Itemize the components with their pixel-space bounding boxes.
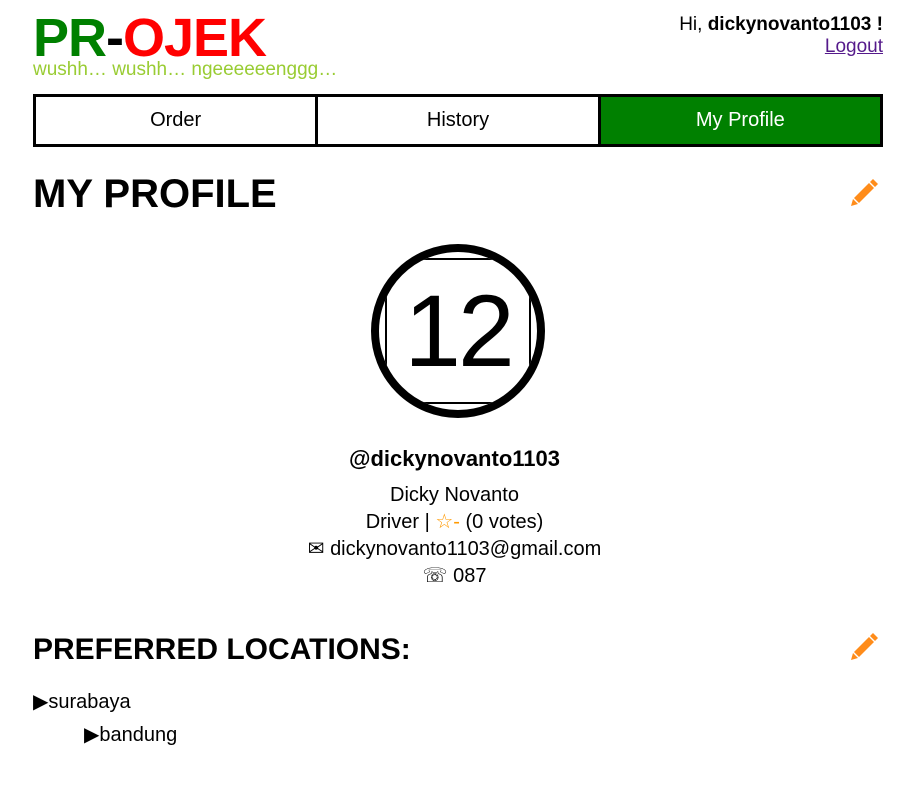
- tagline: wushh… wushh… ngeeeeeenggg…: [33, 59, 338, 80]
- pencil-icon: [851, 179, 878, 206]
- profile-phone: 087: [453, 565, 487, 587]
- page-title: MY PROFILE: [33, 172, 277, 216]
- tab-history[interactable]: History: [315, 97, 597, 144]
- mail-icon: ✉: [307, 538, 325, 560]
- logout-link[interactable]: Logout: [825, 36, 883, 58]
- location-item: ▶bandung: [84, 723, 177, 747]
- tab-my-profile[interactable]: My Profile: [597, 97, 880, 144]
- main-nav-tabs: Order History My Profile: [33, 94, 883, 147]
- greeting-prefix: Hi,: [679, 14, 708, 35]
- preferred-locations-title: PREFERRED LOCATIONS:: [33, 633, 411, 666]
- profile-handle: @dickynovanto1103: [349, 446, 560, 471]
- greeting-suffix: !: [871, 14, 883, 35]
- location-name: bandung: [99, 724, 178, 746]
- profile-role-rating: Driver | ☆- (0 votes): [0, 510, 909, 534]
- role-separator: |: [419, 511, 436, 533]
- phone-icon: ☏: [422, 565, 448, 587]
- profile-phone-row: ☏ 087: [0, 564, 909, 588]
- tab-order[interactable]: Order: [36, 97, 315, 144]
- profile-email: dickynovanto1103@gmail.com: [330, 538, 602, 560]
- pencil-icon: [851, 633, 878, 660]
- edit-profile-pencil-icon[interactable]: [850, 177, 880, 207]
- avatar: 12: [371, 244, 545, 418]
- edit-locations-pencil-icon[interactable]: [850, 631, 880, 661]
- profile-full-name: Dicky Novanto: [390, 484, 519, 506]
- location-item: ▶surabaya: [33, 690, 131, 714]
- location-name: surabaya: [48, 691, 131, 713]
- greeting-username: dickynovanto1103: [707, 14, 872, 35]
- profile-email-row: ✉ dickynovanto1103@gmail.com: [0, 537, 909, 561]
- star-rating: ☆-: [435, 511, 460, 533]
- avatar-image: 12: [385, 258, 531, 404]
- triangle-right-icon: ▶: [84, 724, 100, 746]
- profile-role: Driver: [365, 511, 420, 533]
- user-greeting: Hi, dickynovanto1103 !: [679, 14, 883, 36]
- triangle-right-icon: ▶: [33, 691, 49, 713]
- vote-count: (0 votes): [459, 511, 544, 533]
